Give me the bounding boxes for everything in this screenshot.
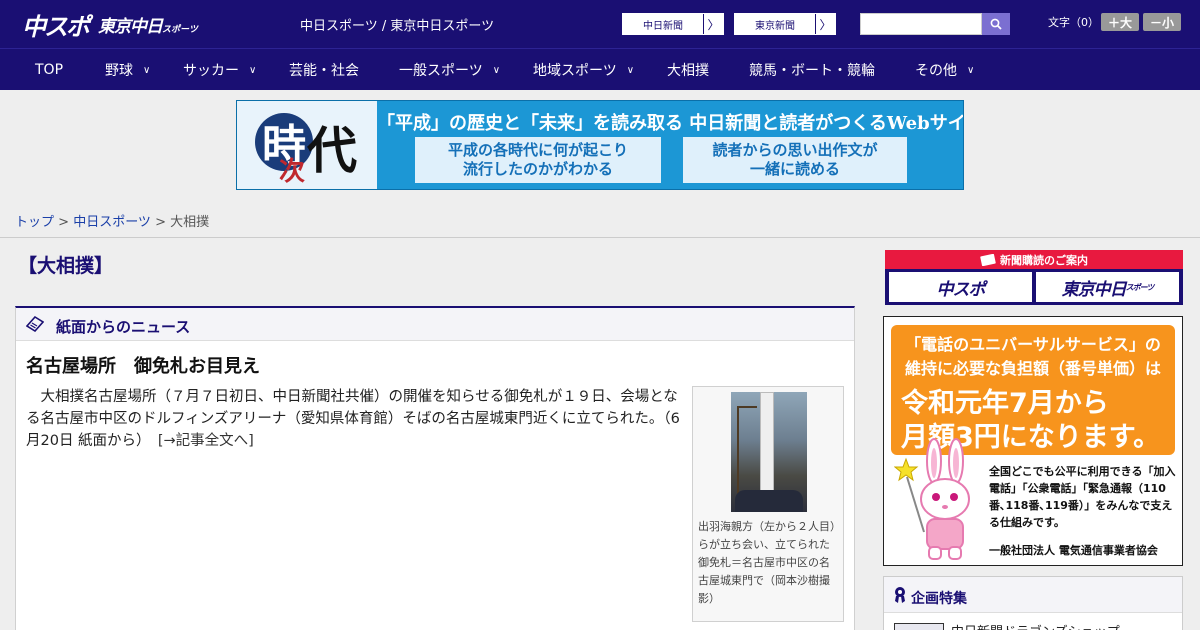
tokyo-shimbun-label: 東京新聞 xyxy=(755,20,795,32)
photo-scaffold xyxy=(737,406,757,496)
news-section-header: 紙面からのニュース xyxy=(16,308,854,341)
chevron-down-icon: ∨ xyxy=(492,64,501,76)
ad-orange-panel: 「電話のユニバーサルサービス」の 維持に必要な負担額（番号単価）は 令和元年7月… xyxy=(891,325,1175,455)
article-photo-box: 出羽海親方（左から２人目）らが立ち会い、立てられた御免札＝名古屋市中区の名古屋城… xyxy=(692,386,844,622)
jidai-banner[interactable]: 時 次 代 「平成」の歴史と「未来」を読み取る 中日新聞と読者がつくるWebサイ… xyxy=(236,100,964,190)
page-title: 【大相撲】 xyxy=(18,255,114,277)
banner-logo-area: 時 次 代 xyxy=(237,101,377,189)
nav-item-label: 芸能・社会 xyxy=(289,63,359,79)
nav-item-baseball[interactable]: 野球 ∨ xyxy=(105,49,150,91)
chevron-right-icon: 〉 xyxy=(815,14,835,34)
site-logo[interactable]: 中スポ 東京中日スポーツ xyxy=(22,8,198,41)
newspaper-small-icon xyxy=(980,253,996,266)
feature-link-dragons-shop[interactable]: 中日新聞ドラゴンズショップ xyxy=(951,621,1120,630)
sub-logo-tokyo-chunichi: 東京中日 スポーツ xyxy=(1036,272,1179,302)
search-button[interactable] xyxy=(982,13,1010,35)
feature-thumbnail[interactable] xyxy=(894,623,944,630)
banner-box-line: 平成の各時代に何が起こり xyxy=(447,141,628,159)
nav-item-top[interactable]: TOP xyxy=(35,49,63,91)
chunichi-shimbun-label: 中日新聞 xyxy=(643,20,683,32)
nav-item-racing[interactable]: 競馬・ボート・競輪 xyxy=(749,49,875,91)
nav-item-local-sports[interactable]: 地域スポーツ ∨ xyxy=(533,49,634,91)
breadcrumb-separator: > xyxy=(150,215,171,230)
nav-item-general-sports[interactable]: 一般スポーツ ∨ xyxy=(399,49,500,91)
logo-tokyo-chunichi-text: 東京中日 xyxy=(98,16,163,37)
ad-line2: 維持に必要な負担額（番号単価）は xyxy=(904,359,1161,378)
feature-section: 企画特集 中日新聞ドラゴンズショップ xyxy=(883,576,1183,630)
nav-item-label: 大相撲 xyxy=(667,63,709,79)
subscription-title-text: 新聞購読のご案内 xyxy=(1000,253,1088,267)
ad-organization: 一般社団法人 電気通信事業者協会 xyxy=(989,544,1158,557)
photo-gomenfuda xyxy=(760,392,774,502)
banner-logo-dai: 代 xyxy=(307,121,357,180)
ad-description: 全国どこでも公平に利用できる「加入電話」「公衆電話」「緊急通報（110番､118… xyxy=(989,465,1176,529)
font-size-label: 文字（0） xyxy=(1048,16,1099,29)
breadcrumb-separator: > xyxy=(54,215,74,230)
banner-box-essays: 読者からの思い出作文が 一緒に読める xyxy=(683,137,907,183)
breadcrumb-section-link[interactable]: 中日スポーツ xyxy=(73,215,151,230)
search-icon xyxy=(990,18,1002,30)
subscription-title: 新聞購読のご案内 xyxy=(885,250,1183,269)
photo-caption: 出羽海親方（左から２人目）らが立ち会い、立てられた御免札＝名古屋市中区の名古屋城… xyxy=(698,520,836,605)
sub-logo-tokyo-chunichi-small: スポーツ xyxy=(1125,282,1155,292)
breadcrumb-current: 大相撲 xyxy=(170,215,210,230)
nav-item-sumo[interactable]: 大相撲 xyxy=(667,49,709,91)
sub-logo-tokyo-chunichi-text: 東京中日 xyxy=(1061,279,1127,300)
photo-people xyxy=(735,490,803,512)
article-summary-text: 大相撲名古屋場所（７月７日初日、中日新聞社共催）の開催を知らせる御免札が１９日、… xyxy=(26,389,680,449)
header-site-title[interactable]: 中日スポーツ / 東京中日スポーツ xyxy=(300,15,494,34)
subscription-banner[interactable]: 新聞購読のご案内 中スポ 東京中日 スポーツ xyxy=(885,250,1183,305)
font-smaller-button[interactable]: －小 xyxy=(1143,13,1181,31)
nav-item-other[interactable]: その他 ∨ xyxy=(915,49,974,91)
feature-section-header: 企画特集 xyxy=(884,577,1182,613)
logo-tokyo-chunichi: 東京中日スポーツ xyxy=(98,12,198,37)
award-ribbon-icon xyxy=(895,587,905,603)
nav-item-label: 一般スポーツ xyxy=(399,63,483,79)
logo-tokyo-chunichi-small: スポーツ xyxy=(162,24,198,35)
banner-box-history: 平成の各時代に何が起こり 流行したのかがわかる xyxy=(415,137,661,183)
tokyo-shimbun-button[interactable]: 東京新聞 〉 xyxy=(734,13,836,35)
article-title-link[interactable]: 名古屋場所 御免札お目見え xyxy=(26,352,260,378)
banner-box-line: 読者からの思い出作文が xyxy=(712,141,878,159)
nav-item-label: その他 xyxy=(915,63,957,79)
ad-line1: 「電話のユニバーサルサービス」の xyxy=(905,335,1161,354)
main-nav: TOP 野球 ∨ サッカー ∨ 芸能・社会 一般スポーツ ∨ 地域スポーツ ∨ 大相撲 … xyxy=(0,48,1200,90)
chevron-right-icon: 〉 xyxy=(703,14,723,34)
article-summary: 大相撲名古屋場所（７月７日初日、中日新聞社共催）の開催を知らせる御免札が１９日、… xyxy=(26,386,686,452)
read-more-link[interactable]: [→記事全文へ] xyxy=(158,433,254,449)
chunichi-shimbun-button[interactable]: 中日新聞 〉 xyxy=(622,13,724,35)
nav-item-label: TOP xyxy=(35,62,64,78)
news-section: 紙面からのニュース 名古屋場所 御免札お目見え 大相撲名古屋場所（７月７日初日、… xyxy=(15,306,855,630)
nav-item-soccer[interactable]: サッカー ∨ xyxy=(183,49,256,91)
universal-service-ad[interactable]: 「電話のユニバーサルサービス」の 維持に必要な負担額（番号単価）は 令和元年7月… xyxy=(883,316,1183,566)
newspaper-icon xyxy=(26,316,44,332)
chevron-down-icon: ∨ xyxy=(967,64,975,76)
feature-section-title: 企画特集 xyxy=(911,591,967,607)
sub-logo-chuspo: 中スポ xyxy=(889,272,1032,302)
breadcrumb-bar: トップ > 中日スポーツ > 大相撲 xyxy=(0,200,1200,238)
nav-item-label: 競馬・ボート・競輪 xyxy=(749,63,875,79)
breadcrumb: トップ > 中日スポーツ > 大相撲 xyxy=(15,211,209,230)
banner-headline: 「平成」の歴史と「未来」を読み取る 中日新聞と読者がつくるWebサイト xyxy=(377,113,964,134)
chevron-down-icon: ∨ xyxy=(249,64,257,76)
nav-item-label: 地域スポーツ xyxy=(533,63,617,79)
banner-box-line: 一緒に読める xyxy=(749,160,840,178)
breadcrumb-home-link[interactable]: トップ xyxy=(15,215,54,230)
banner-logo-tsugi: 次 xyxy=(279,157,306,187)
nav-item-label: 野球 xyxy=(105,63,133,79)
site-header: 中スポ 東京中日スポーツ 中日スポーツ / 東京中日スポーツ 中日新聞 〉 東京… xyxy=(0,0,1200,48)
chevron-down-icon: ∨ xyxy=(626,64,635,76)
banner-box-line: 流行したのかがわかる xyxy=(462,160,613,178)
article-photo[interactable] xyxy=(731,392,807,512)
font-larger-button[interactable]: ＋大 xyxy=(1101,13,1139,31)
chevron-down-icon: ∨ xyxy=(143,64,151,76)
news-section-title: 紙面からのニュース xyxy=(56,318,191,336)
bunny-mascot-icon xyxy=(894,438,970,560)
nav-item-label: サッカー xyxy=(183,63,239,79)
nav-item-entertainment[interactable]: 芸能・社会 xyxy=(289,49,359,91)
search-input[interactable] xyxy=(860,13,982,35)
logo-chuspo: 中スポ xyxy=(22,12,90,41)
